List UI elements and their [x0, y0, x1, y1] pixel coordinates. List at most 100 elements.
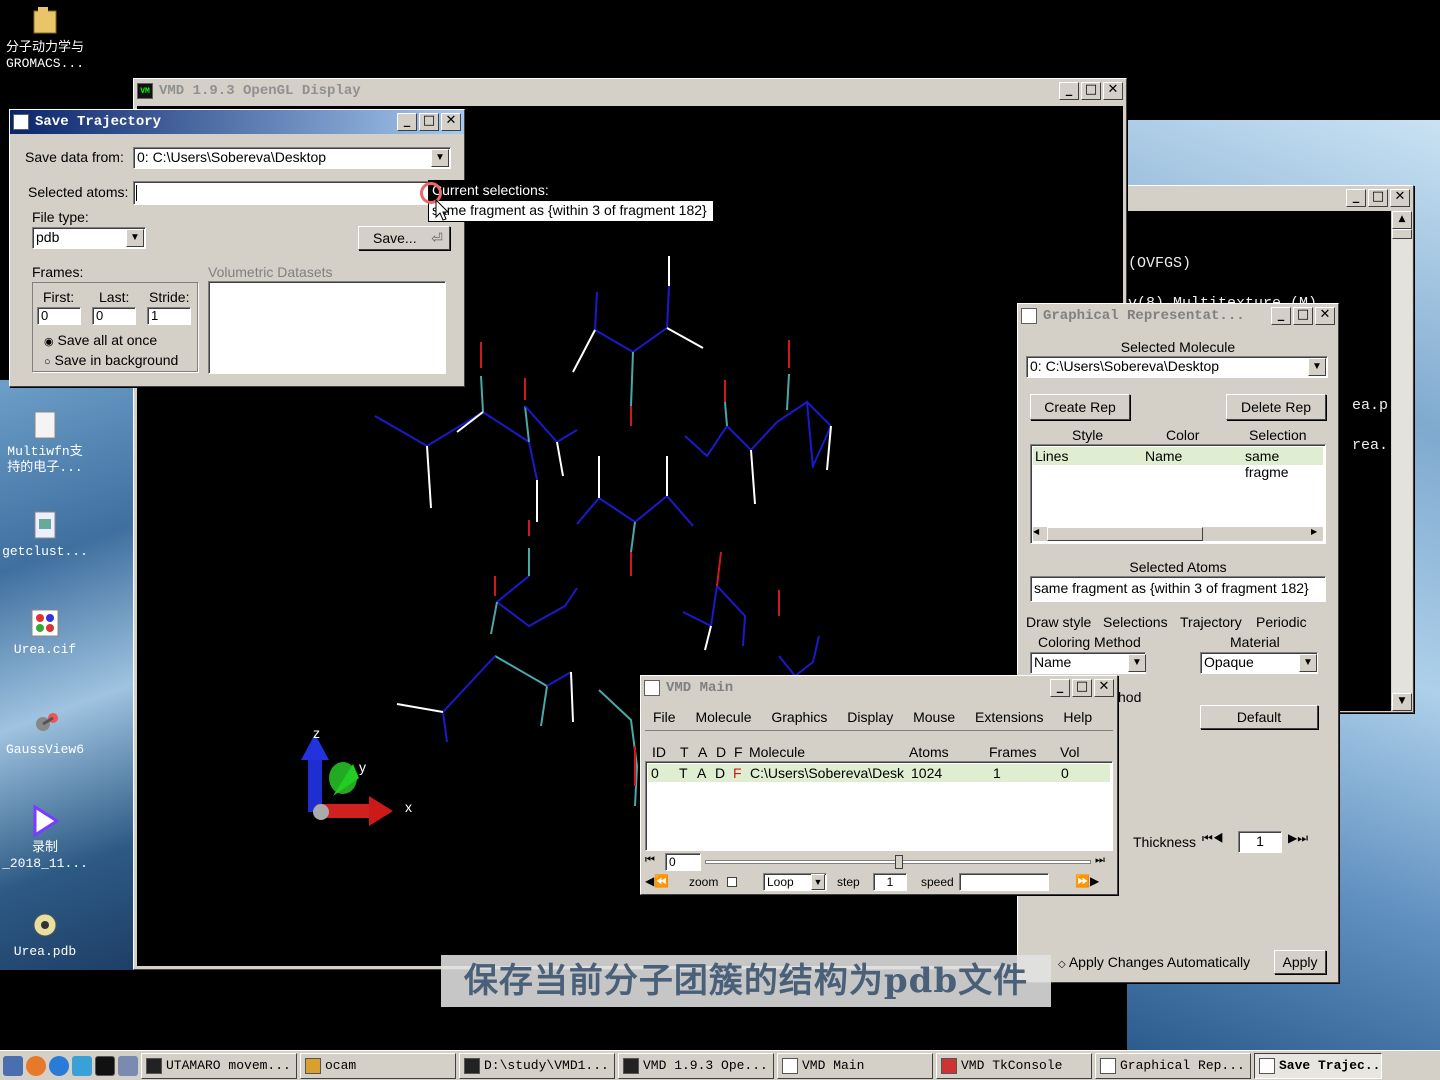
menu-graphics[interactable]: Graphics — [771, 709, 827, 725]
rep-list-hscrollbar[interactable]: ◀ ▶ — [1033, 527, 1323, 541]
chevron-down-icon[interactable]: ▼ — [431, 149, 449, 167]
menu-extensions[interactable]: Extensions — [975, 709, 1043, 725]
first-frame-input[interactable]: 0 — [37, 307, 81, 325]
minimize-button[interactable]: _ — [1271, 307, 1291, 325]
selection-history-item[interactable]: same fragment as {within 3 of fragment 1… — [429, 201, 713, 219]
minimize-button[interactable]: _ — [397, 113, 417, 131]
tab-selections[interactable]: Selections — [1103, 614, 1168, 630]
menu-help[interactable]: Help — [1063, 709, 1092, 725]
task-utamaro[interactable]: UTAMARO movem... — [141, 1052, 297, 1079]
create-rep-button[interactable]: Create Rep — [1030, 394, 1130, 420]
molecule-select[interactable]: 0: C:\Users\Sobereva\Desktop — [1026, 356, 1328, 378]
desktop-icon-urea-pdb[interactable]: Urea.pdb — [0, 910, 90, 960]
menu-molecule[interactable]: Molecule — [695, 709, 751, 725]
rep-list[interactable]: Lines Name same fragme ◀ ▶ — [1030, 444, 1326, 544]
thickness-decrease-buttons[interactable]: ⏮◀ — [1202, 831, 1232, 853]
maximize-button[interactable]: □ — [1081, 82, 1101, 100]
scroll-down-icon[interactable]: ▼ — [1392, 693, 1412, 711]
vmd-main-titlebar[interactable]: VMD Main _ □ ✕ — [641, 676, 1117, 700]
scroll-left-icon[interactable]: ◀ — [1033, 527, 1045, 541]
tkconsole-titlebar[interactable]: _ □ ✕ — [1128, 186, 1413, 210]
last-frame-input[interactable]: 0 — [92, 307, 136, 325]
network-icon[interactable] — [118, 1055, 138, 1076]
molecule-row[interactable]: 0 T A D F C:\Users\Sobereva\Desk 1024 1 … — [648, 764, 1110, 782]
task-study-folder[interactable]: D:\study\VMD1... — [459, 1052, 615, 1079]
goto-start-icon[interactable]: ⏮ — [645, 854, 663, 870]
volumetric-list[interactable] — [208, 281, 446, 374]
tab-draw-style[interactable]: Draw style — [1026, 614, 1091, 630]
chevron-down-icon[interactable]: ▼ — [811, 874, 825, 890]
app-icon[interactable] — [72, 1055, 92, 1076]
close-button[interactable]: ✕ — [1390, 189, 1410, 207]
close-button[interactable]: ✕ — [1315, 307, 1335, 325]
skype-icon[interactable] — [49, 1055, 69, 1076]
opengl-titlebar[interactable]: VM VMD 1.9.3 OpenGL Display _ □ ✕ — [134, 79, 1126, 103]
save-from-select[interactable]: 0: C:\Users\Sobereva\Desktop — [133, 147, 451, 169]
show-desktop-icon[interactable] — [3, 1055, 23, 1076]
selected-atoms-input[interactable]: same fragment as {within 3 of fragment 1… — [1030, 576, 1326, 602]
scroll-up-icon[interactable]: ▲ — [1392, 211, 1412, 229]
graphical-rep-titlebar[interactable]: Graphical Representat... _ □ ✕ — [1018, 304, 1338, 328]
save-trajectory-window[interactable]: Save Trajectory _ □ ✕ Save data from: 0:… — [9, 109, 465, 387]
task-vmd-opengl[interactable]: VMD 1.9.3 Ope... — [618, 1052, 774, 1079]
radio-save-all[interactable]: ◉ Save all at once — [44, 332, 157, 348]
scroll-thumb[interactable] — [1392, 229, 1412, 239]
maximize-button[interactable]: □ — [1293, 307, 1313, 325]
mol-drawn-toggle[interactable]: D — [715, 765, 725, 781]
scroll-right-icon[interactable]: ▶ — [1311, 527, 1323, 541]
close-button[interactable]: ✕ — [1094, 679, 1114, 697]
delete-rep-button[interactable]: Delete Rep — [1226, 394, 1326, 420]
chevron-down-icon[interactable]: ▼ — [126, 229, 144, 247]
task-graphical-rep[interactable]: Graphical Rep... — [1095, 1052, 1251, 1079]
menu-mouse[interactable]: Mouse — [913, 709, 955, 725]
zoom-checkbox[interactable] — [727, 877, 737, 887]
task-ocam[interactable]: ocam — [300, 1052, 456, 1079]
desktop-icon-urea-cif[interactable]: Urea.cif — [0, 608, 90, 658]
menu-file[interactable]: File — [653, 709, 676, 725]
chevron-down-icon[interactable]: ▼ — [1128, 654, 1146, 672]
rep-row[interactable]: Lines Name same fragme — [1033, 447, 1323, 480]
scroll-thumb[interactable] — [1047, 527, 1203, 541]
selected-atoms-input[interactable] — [133, 181, 429, 205]
firefox-icon[interactable] — [26, 1055, 46, 1076]
task-vmd-main[interactable]: VMD Main — [777, 1052, 933, 1079]
thickness-input[interactable]: 1 — [1238, 831, 1282, 853]
vmd-icon[interactable] — [95, 1055, 115, 1076]
maximize-button[interactable]: □ — [1072, 679, 1092, 697]
menu-display[interactable]: Display — [847, 709, 893, 725]
desktop-icon-getclust[interactable]: getclust... — [0, 510, 90, 560]
mol-active-toggle[interactable]: A — [697, 765, 706, 781]
mol-fixed-toggle[interactable]: F — [733, 765, 742, 781]
save-trajectory-titlebar[interactable]: Save Trajectory _ □ ✕ — [10, 110, 464, 134]
play-forward-icons[interactable]: ⏩▶ — [1075, 874, 1111, 890]
current-selections-popup[interactable]: Current selections: same fragment as {wi… — [428, 180, 714, 222]
default-button[interactable]: Default — [1200, 705, 1318, 729]
frame-slider-thumb[interactable] — [895, 855, 903, 869]
apply-button[interactable]: Apply — [1274, 950, 1326, 974]
play-reverse-icons[interactable]: ◀⏪ — [645, 874, 681, 890]
vmd-main-window[interactable]: VMD Main _ □ ✕ File Molecule Graphics Di… — [640, 675, 1118, 895]
mol-top-toggle[interactable]: T — [679, 765, 688, 781]
minimize-button[interactable]: _ — [1346, 189, 1366, 207]
save-button[interactable]: Save... ⏎ — [358, 226, 450, 250]
frame-input[interactable]: 0 — [665, 853, 701, 871]
thickness-increase-buttons[interactable]: ▶⏭ — [1288, 831, 1318, 853]
console-scrollbar[interactable]: ▲ ▼ — [1392, 211, 1412, 711]
chevron-down-icon[interactable]: ▼ — [1299, 654, 1317, 672]
desktop-icon-gaussview[interactable]: GaussView6 — [0, 708, 90, 758]
speed-slider[interactable] — [959, 873, 1049, 891]
apply-auto-checkbox[interactable]: ◇ Apply Changes Automatically — [1058, 954, 1250, 970]
goto-end-icon[interactable]: ⏭ — [1095, 854, 1113, 870]
close-button[interactable]: ✕ — [1103, 82, 1123, 100]
molecule-list[interactable]: 0 T A D F C:\Users\Sobereva\Desk 1024 1 … — [645, 761, 1113, 851]
minimize-button[interactable]: _ — [1059, 82, 1079, 100]
maximize-button[interactable]: □ — [1368, 189, 1388, 207]
task-tkconsole[interactable]: VMD TkConsole — [936, 1052, 1092, 1079]
desktop-icon-multiwfn[interactable]: Multiwfn支 持的电子... — [0, 410, 90, 476]
task-save-trajectory[interactable]: Save Trajec... — [1254, 1052, 1382, 1079]
desktop-icon-video[interactable]: 录制 _2018_11... — [0, 805, 90, 872]
desktop-icon-gromacs[interactable]: 分子动力学与 GROMACS... — [0, 6, 90, 72]
tab-periodic[interactable]: Periodic — [1256, 614, 1307, 630]
chevron-down-icon[interactable]: ▼ — [1308, 358, 1326, 376]
radio-save-background[interactable]: ○ Save in background — [44, 352, 178, 368]
